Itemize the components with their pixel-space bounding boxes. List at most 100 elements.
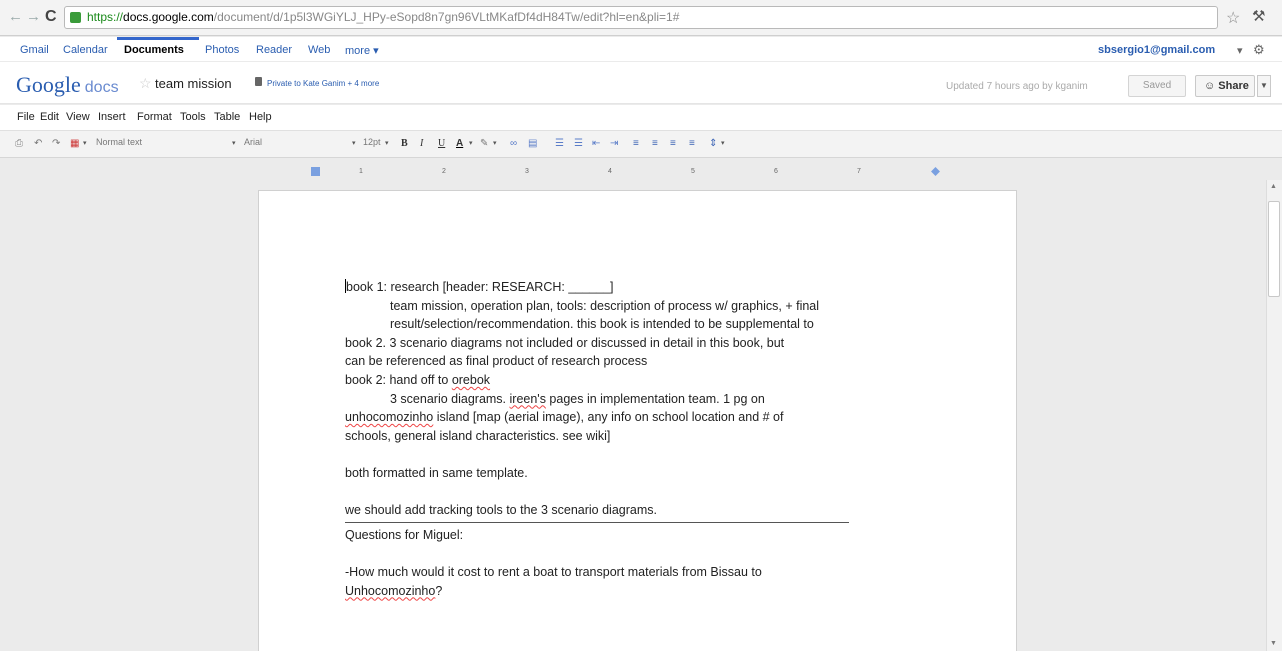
doc-line: team mission, operation plan, tools: des… [390,298,820,313]
gbar-link-web[interactable]: Web [308,44,330,56]
google-bar: Gmail Calendar Documents Photos Reader W… [0,37,1282,61]
account-caret-icon[interactable]: ▾ [1237,44,1243,57]
reload-icon[interactable]: C [45,9,57,25]
doc-line-text: book 2: hand off to [345,372,452,387]
address-bar[interactable]: https://docs.google.com/document/d/1p5l3… [64,6,1218,29]
left-indent-marker[interactable] [311,167,320,176]
underline-button[interactable]: U [438,137,445,151]
line-spacing-icon[interactable]: ⇕ [709,137,717,151]
wrench-icon[interactable]: ⚒ [1252,7,1265,25]
doc-line-text: pages in implementation team. 1 pg on [545,391,765,406]
star-icon[interactable]: ☆ [139,75,152,92]
document-page[interactable]: book 1: research [header: RESEARCH: ____… [258,190,1017,651]
bold-button[interactable]: B [401,137,408,151]
doc-line: Questions for Miguel: [345,527,464,542]
font-size-select[interactable]: 12pt [363,137,381,147]
share-button[interactable]: ☺ Share [1195,75,1255,97]
gear-icon[interactable]: ⚙ [1253,42,1265,58]
ruler-number: 2 [442,168,446,175]
line-spacing-caret-icon[interactable]: ▾ [721,137,725,151]
document-body[interactable]: book 1: research [header: RESEARCH: ____… [345,278,905,600]
doc-line: schools, general island characteristics.… [345,428,611,443]
scrollbar-thumb[interactable] [1268,201,1280,297]
font-select[interactable]: Arial [244,137,262,147]
comment-icon[interactable]: ▤ [528,137,537,151]
gbar-link-documents[interactable]: Documents [124,44,184,56]
highlight-icon[interactable]: ✎ [480,137,488,151]
menu-file[interactable]: File [17,111,35,123]
style-dropdown-icon[interactable]: ▾ [232,137,236,151]
privacy-lock-icon [255,77,262,86]
text-color-caret-icon[interactable]: ▾ [469,137,473,151]
sharing-status[interactable]: Private to Kate Ganim + 4 more [267,79,379,88]
share-label: Share [1218,80,1249,92]
logo-text: Google [16,72,81,97]
doc-line: unhocomozinho island [map (aerial image)… [345,408,905,427]
justify-icon[interactable]: ≡ [689,137,695,151]
bookmark-star-icon[interactable]: ☆ [1226,8,1240,28]
doc-line: result/selection/recommendation. this bo… [390,317,814,332]
doc-line: 3 scenario diagrams. ireen's pages in im… [345,390,905,409]
menu-bar: File Edit View Insert Format Tools Table… [0,105,1282,130]
document-title[interactable]: team mission [155,76,232,91]
redo-icon[interactable]: ↷ [52,137,60,151]
align-left-icon[interactable]: ≡ [633,137,639,151]
logo-docs-text: docs [84,79,119,96]
menu-table[interactable]: Table [214,111,240,123]
ruler-number: 3 [525,168,529,175]
style-select[interactable]: Normal text [96,137,142,147]
account-email[interactable]: sbsergio1@gmail.com [1098,44,1215,56]
forward-arrow-icon[interactable]: → [26,9,41,25]
size-dropdown-icon[interactable]: ▾ [385,137,389,151]
gbar-link-calendar[interactable]: Calendar [63,44,108,56]
gbar-link-more[interactable]: more ▾ [345,44,379,57]
align-center-icon[interactable]: ≡ [652,137,658,151]
ruler-number: 7 [857,168,861,175]
decrease-indent-icon[interactable]: ⇤ [592,137,600,151]
numbered-list-icon[interactable]: ☰ [555,137,564,151]
formatting-toolbar: ⎙ ↶ ↷ ▦ ▾ Normal text ▾ Arial ▾ 12pt ▾ B… [0,130,1282,158]
link-icon[interactable]: ∞ [510,137,517,151]
url-scheme: https:// [87,10,124,24]
bulleted-list-icon[interactable]: ☰ [574,137,583,151]
undo-icon[interactable]: ↶ [34,137,42,151]
last-updated[interactable]: Updated 7 hours ago by kganim [946,81,1088,92]
saved-button[interactable]: Saved [1128,75,1186,97]
ruler-number: 1 [359,168,363,175]
menu-tools[interactable]: Tools [180,111,206,123]
font-dropdown-icon[interactable]: ▾ [352,137,356,151]
misspelled-word[interactable]: ireen's [510,392,546,406]
menu-view[interactable]: View [66,111,90,123]
misspelled-word[interactable]: Unhocomozinho [345,584,435,598]
menu-format[interactable]: Format [137,111,172,123]
ruler[interactable]: 1 2 3 4 5 6 7 [256,167,1018,179]
misspelled-word[interactable]: unhocomozinho [345,410,433,424]
back-arrow-icon[interactable]: ← [8,9,23,25]
doc-line: -How much would it cost to rent a boat t… [345,564,762,579]
menu-insert[interactable]: Insert [98,111,126,123]
scroll-up-arrow-icon[interactable]: ▲ [1270,183,1277,190]
menu-help[interactable]: Help [249,111,272,123]
align-right-icon[interactable]: ≡ [670,137,676,151]
gbar-link-gmail[interactable]: Gmail [20,44,49,56]
menu-edit[interactable]: Edit [40,111,59,123]
increase-indent-icon[interactable]: ⇥ [610,137,618,151]
paint-format-icon[interactable]: ▦ [70,137,79,151]
print-icon[interactable]: ⎙ [15,137,23,151]
misspelled-word[interactable]: orebok [452,373,490,387]
doc-line: we should add tracking tools to the 3 sc… [345,503,657,518]
gbar-link-reader[interactable]: Reader [256,44,292,56]
paint-format-caret-icon[interactable]: ▾ [83,137,87,151]
share-dropdown-icon[interactable]: ▼ [1257,75,1271,97]
italic-button[interactable]: I [420,137,423,151]
text-color-button[interactable]: A [456,137,463,151]
scroll-down-arrow-icon[interactable]: ▼ [1270,640,1277,647]
highlight-caret-icon[interactable]: ▾ [493,137,497,151]
share-people-icon: ☺ [1204,80,1219,92]
doc-line: Unhocomozinho? [345,582,905,601]
gbar-link-photos[interactable]: Photos [205,44,239,56]
google-docs-logo[interactable]: Google docs [16,72,119,98]
